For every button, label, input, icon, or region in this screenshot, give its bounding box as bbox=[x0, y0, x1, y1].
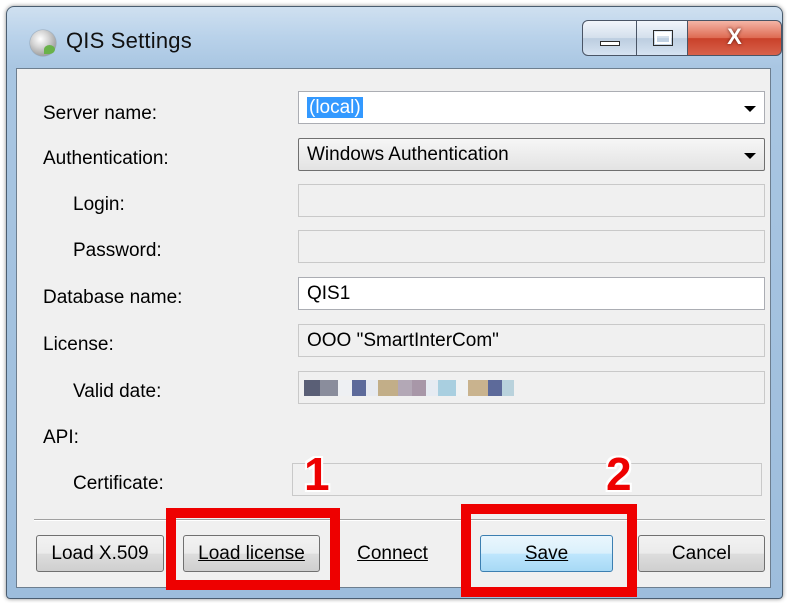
connect-button[interactable]: Connect bbox=[334, 535, 451, 572]
server-name-combobox[interactable]: (local) bbox=[298, 91, 765, 124]
database-name-field[interactable]: QIS1 bbox=[298, 277, 765, 310]
license-label: License: bbox=[43, 334, 114, 355]
load-x509-button[interactable]: Load X.509 bbox=[36, 535, 164, 572]
qis-app-icon bbox=[30, 30, 56, 56]
button-divider bbox=[34, 519, 765, 521]
title-bar[interactable]: QIS Settings X bbox=[6, 6, 782, 68]
step-marker-1: 1 bbox=[304, 448, 330, 500]
chevron-down-icon[interactable] bbox=[744, 106, 756, 112]
login-label: Login: bbox=[73, 194, 125, 215]
authentication-dropdown[interactable]: Windows Authentication bbox=[298, 138, 765, 171]
maximize-button[interactable] bbox=[636, 20, 688, 56]
license-field: OOO "SmartInterCom" bbox=[298, 324, 765, 357]
redacted-date-value bbox=[304, 380, 594, 396]
close-button[interactable]: X bbox=[687, 20, 782, 56]
database-name-label: Database name: bbox=[43, 287, 183, 308]
step-marker-2: 2 bbox=[606, 448, 632, 500]
certificate-label: Certificate: bbox=[73, 473, 164, 494]
authentication-value: Windows Authentication bbox=[307, 144, 509, 165]
server-name-label: Server name: bbox=[43, 103, 158, 124]
cancel-button[interactable]: Cancel bbox=[638, 535, 765, 572]
valid-date-label: Valid date: bbox=[73, 381, 162, 402]
minimize-icon bbox=[600, 41, 620, 46]
highlight-box-load-license bbox=[166, 508, 340, 590]
connect-label: Connect bbox=[357, 543, 428, 564]
minimize-button[interactable] bbox=[582, 20, 637, 56]
password-label: Password: bbox=[73, 240, 162, 261]
certificate-field bbox=[292, 463, 762, 496]
authentication-label: Authentication: bbox=[43, 148, 169, 169]
chevron-down-icon[interactable] bbox=[744, 153, 756, 159]
highlight-box-save bbox=[461, 504, 637, 597]
qis-settings-window: QIS Settings X Server name: (local) Auth… bbox=[0, 0, 787, 603]
login-field[interactable] bbox=[298, 184, 765, 217]
api-label: API: bbox=[43, 427, 79, 448]
password-field[interactable] bbox=[298, 230, 765, 263]
maximize-icon bbox=[653, 30, 673, 46]
window-title: QIS Settings bbox=[66, 28, 192, 53]
server-name-value: (local) bbox=[307, 97, 363, 118]
close-icon: X bbox=[727, 24, 742, 49]
